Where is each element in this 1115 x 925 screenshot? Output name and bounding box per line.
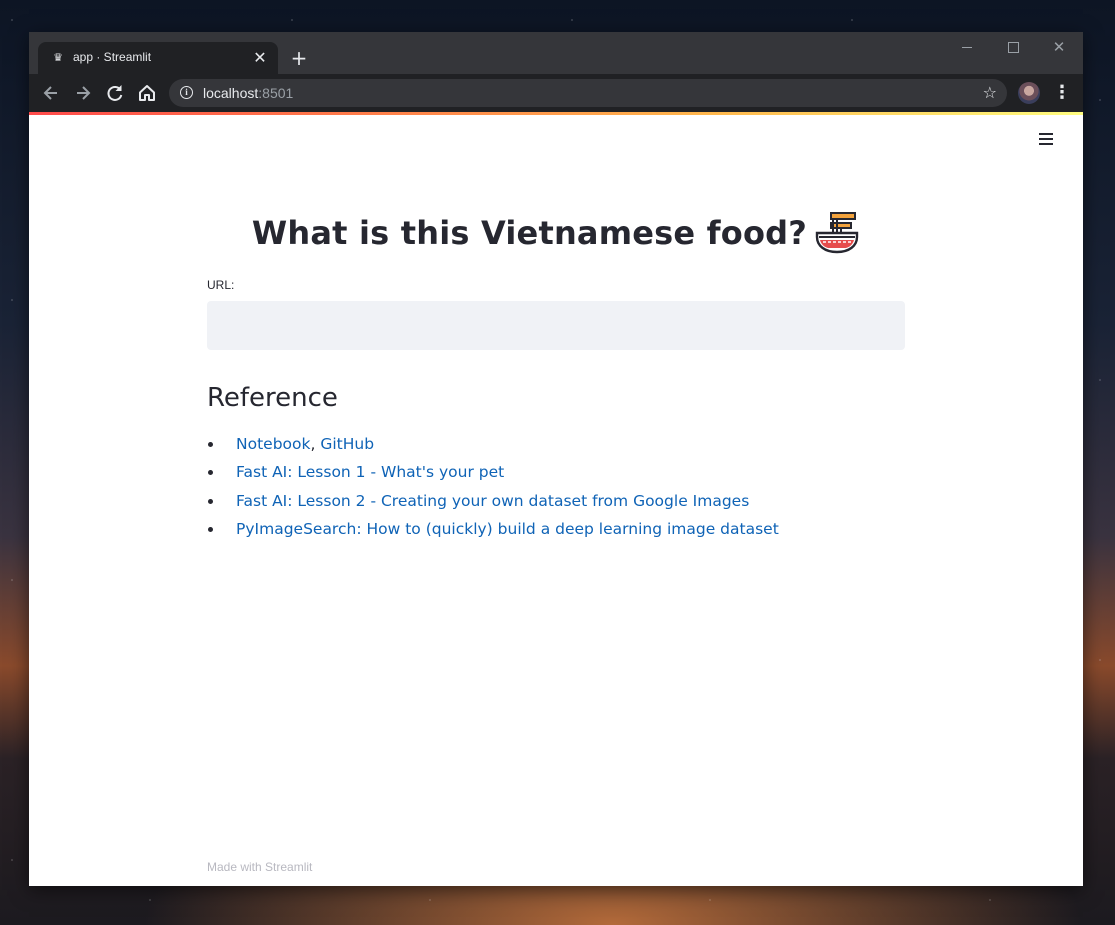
new-tab-button[interactable]: + [287, 46, 311, 70]
page-title: What is this Vietnamese food? [251, 214, 808, 252]
app-page: What is this Vietnamese food? URL: Refer… [29, 115, 1083, 886]
home-icon[interactable] [134, 80, 160, 106]
url-text: localhost:8501 [203, 85, 294, 101]
reference-list: Notebook, GitHub Fast AI: Lesson 1 - Wha… [207, 433, 779, 546]
tab-title: app · Streamlit [73, 50, 152, 64]
reload-icon[interactable] [102, 80, 128, 106]
url-label: URL: [207, 278, 235, 292]
notebook-link[interactable]: Notebook [236, 435, 310, 453]
hamburger-menu-icon[interactable] [1038, 131, 1056, 147]
bookmark-star-icon[interactable]: ☆ [983, 83, 997, 103]
address-bar[interactable]: i localhost:8501 ☆ [169, 79, 1007, 107]
minimize-button[interactable] [952, 36, 982, 58]
fastai-lesson2-link[interactable]: Fast AI: Lesson 2 - Creating your own da… [236, 492, 749, 510]
tab-strip: ♛ app · Streamlit ✕ + ✕ [29, 32, 1083, 74]
made-with-streamlit-footer[interactable]: Made with Streamlit [207, 860, 312, 874]
window-close-button[interactable]: ✕ [1044, 36, 1074, 58]
list-item: Notebook, GitHub [207, 433, 779, 461]
fastai-lesson1-link[interactable]: Fast AI: Lesson 1 - What's your pet [236, 463, 504, 481]
forward-arrow-icon[interactable] [70, 80, 96, 106]
browser-toolbar: i localhost:8501 ☆ ⋮ [29, 74, 1083, 112]
reference-heading: Reference [207, 383, 338, 413]
back-arrow-icon[interactable] [38, 80, 64, 106]
url-input[interactable] [207, 301, 905, 350]
site-info-icon[interactable]: i [180, 86, 193, 99]
github-link[interactable]: GitHub [320, 435, 374, 453]
maximize-button[interactable] [998, 36, 1028, 58]
link-separator: , [310, 435, 321, 453]
browser-menu-icon[interactable]: ⋮ [1053, 80, 1071, 106]
tab-close-icon[interactable]: ✕ [250, 48, 270, 68]
profile-avatar[interactable] [1018, 82, 1040, 104]
list-item: Fast AI: Lesson 2 - Creating your own da… [207, 490, 779, 518]
streamlit-crown-icon: ♛ [53, 51, 63, 64]
browser-window: ♛ app · Streamlit ✕ + ✕ i localhost:8501… [29, 32, 1083, 886]
list-item: PyImageSearch: How to (quickly) build a … [207, 518, 779, 546]
noodle-bowl-icon [815, 212, 859, 254]
tab-app[interactable]: ♛ app · Streamlit ✕ [38, 42, 278, 74]
title-row: What is this Vietnamese food? [207, 211, 905, 255]
list-item: Fast AI: Lesson 1 - What's your pet [207, 461, 779, 489]
pyimagesearch-link[interactable]: PyImageSearch: How to (quickly) build a … [236, 520, 779, 538]
